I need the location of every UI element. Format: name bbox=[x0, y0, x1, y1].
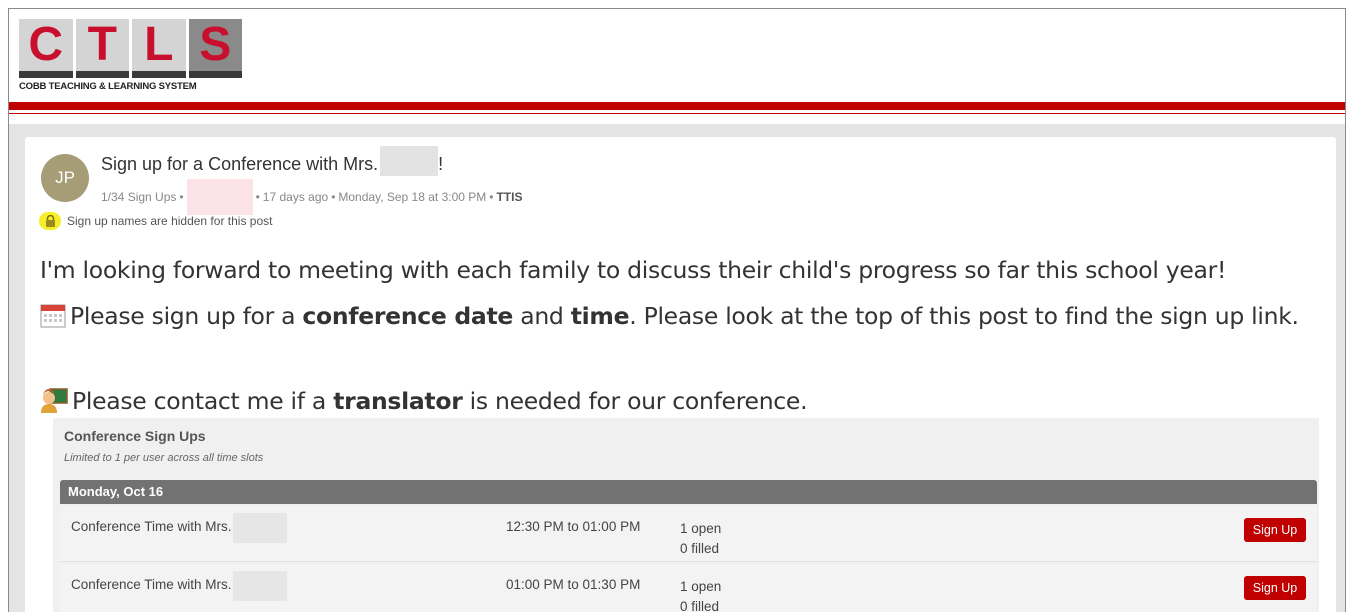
site-header: C T L S COBB TEACHING & LEARNING SYSTEM bbox=[9, 9, 1345, 103]
post-meta: 1/34 Sign Ups • • 17 days ago • Monday, … bbox=[101, 179, 522, 215]
signup-title: Conference Sign Ups bbox=[64, 428, 206, 444]
logo-letter-s: S bbox=[188, 19, 242, 71]
logo-letter-t: T bbox=[75, 19, 129, 71]
post-title: Sign up for a Conference with Mrs.! bbox=[101, 146, 443, 177]
date-header: Monday, Oct 16 bbox=[60, 480, 1317, 504]
signup-count[interactable]: 1/34 Sign Ups bbox=[101, 190, 176, 204]
header-red-bar bbox=[9, 102, 1345, 110]
post-source[interactable]: TTIS bbox=[496, 190, 522, 204]
post-date: Monday, Sep 18 at 3:00 PM bbox=[338, 190, 487, 204]
post-time-ago: 17 days ago bbox=[262, 190, 329, 204]
hidden-names-notice: Sign up names are hidden for this post bbox=[39, 212, 272, 230]
time-slot-row: Conference Time with Mrs. 12:30 PM to 01… bbox=[60, 506, 1317, 562]
post-card: JP Sign up for a Conference with Mrs.! 1… bbox=[25, 137, 1336, 612]
redacted-name bbox=[232, 571, 287, 601]
logo-underline bbox=[19, 71, 242, 78]
logo-tagline: COBB TEACHING & LEARNING SYSTEM bbox=[19, 81, 197, 92]
sign-up-button[interactable]: Sign Up bbox=[1244, 518, 1306, 542]
ctls-logo[interactable]: C T L S COBB TEACHING & LEARNING SYSTEM bbox=[19, 19, 242, 97]
slot-status: 1 open 0 filled bbox=[680, 521, 722, 556]
header-red-line bbox=[9, 113, 1345, 114]
slot-time: 01:00 PM to 01:30 PM bbox=[506, 577, 641, 592]
logo-letter-l: L bbox=[132, 19, 186, 71]
signup-section: Conference Sign Ups Limited to 1 per use… bbox=[53, 418, 1319, 612]
slot-time: 12:30 PM to 01:00 PM bbox=[506, 519, 641, 534]
redacted-author bbox=[186, 179, 253, 215]
slot-name: Conference Time with Mrs. bbox=[71, 513, 287, 543]
redacted-name bbox=[380, 146, 439, 177]
calendar-icon bbox=[40, 300, 66, 340]
avatar[interactable]: JP bbox=[41, 154, 89, 202]
slot-name: Conference Time with Mrs. bbox=[71, 571, 287, 601]
time-slot-row: Conference Time with Mrs. 01:00 PM to 01… bbox=[60, 564, 1317, 612]
sign-up-button[interactable]: Sign Up bbox=[1244, 576, 1306, 600]
page-frame: C T L S COBB TEACHING & LEARNING SYSTEM … bbox=[8, 8, 1346, 612]
signup-limit-note: Limited to 1 per user across all time sl… bbox=[64, 452, 264, 464]
post-paragraph-2: Please sign up for a conference date and… bbox=[40, 296, 1310, 340]
post-paragraph-1: I'm looking forward to meeting with each… bbox=[40, 256, 1227, 284]
redacted-name bbox=[232, 513, 287, 543]
slot-status: 1 open 0 filled bbox=[680, 579, 722, 612]
logo-letter-c: C bbox=[19, 19, 73, 71]
lock-icon bbox=[39, 212, 61, 230]
